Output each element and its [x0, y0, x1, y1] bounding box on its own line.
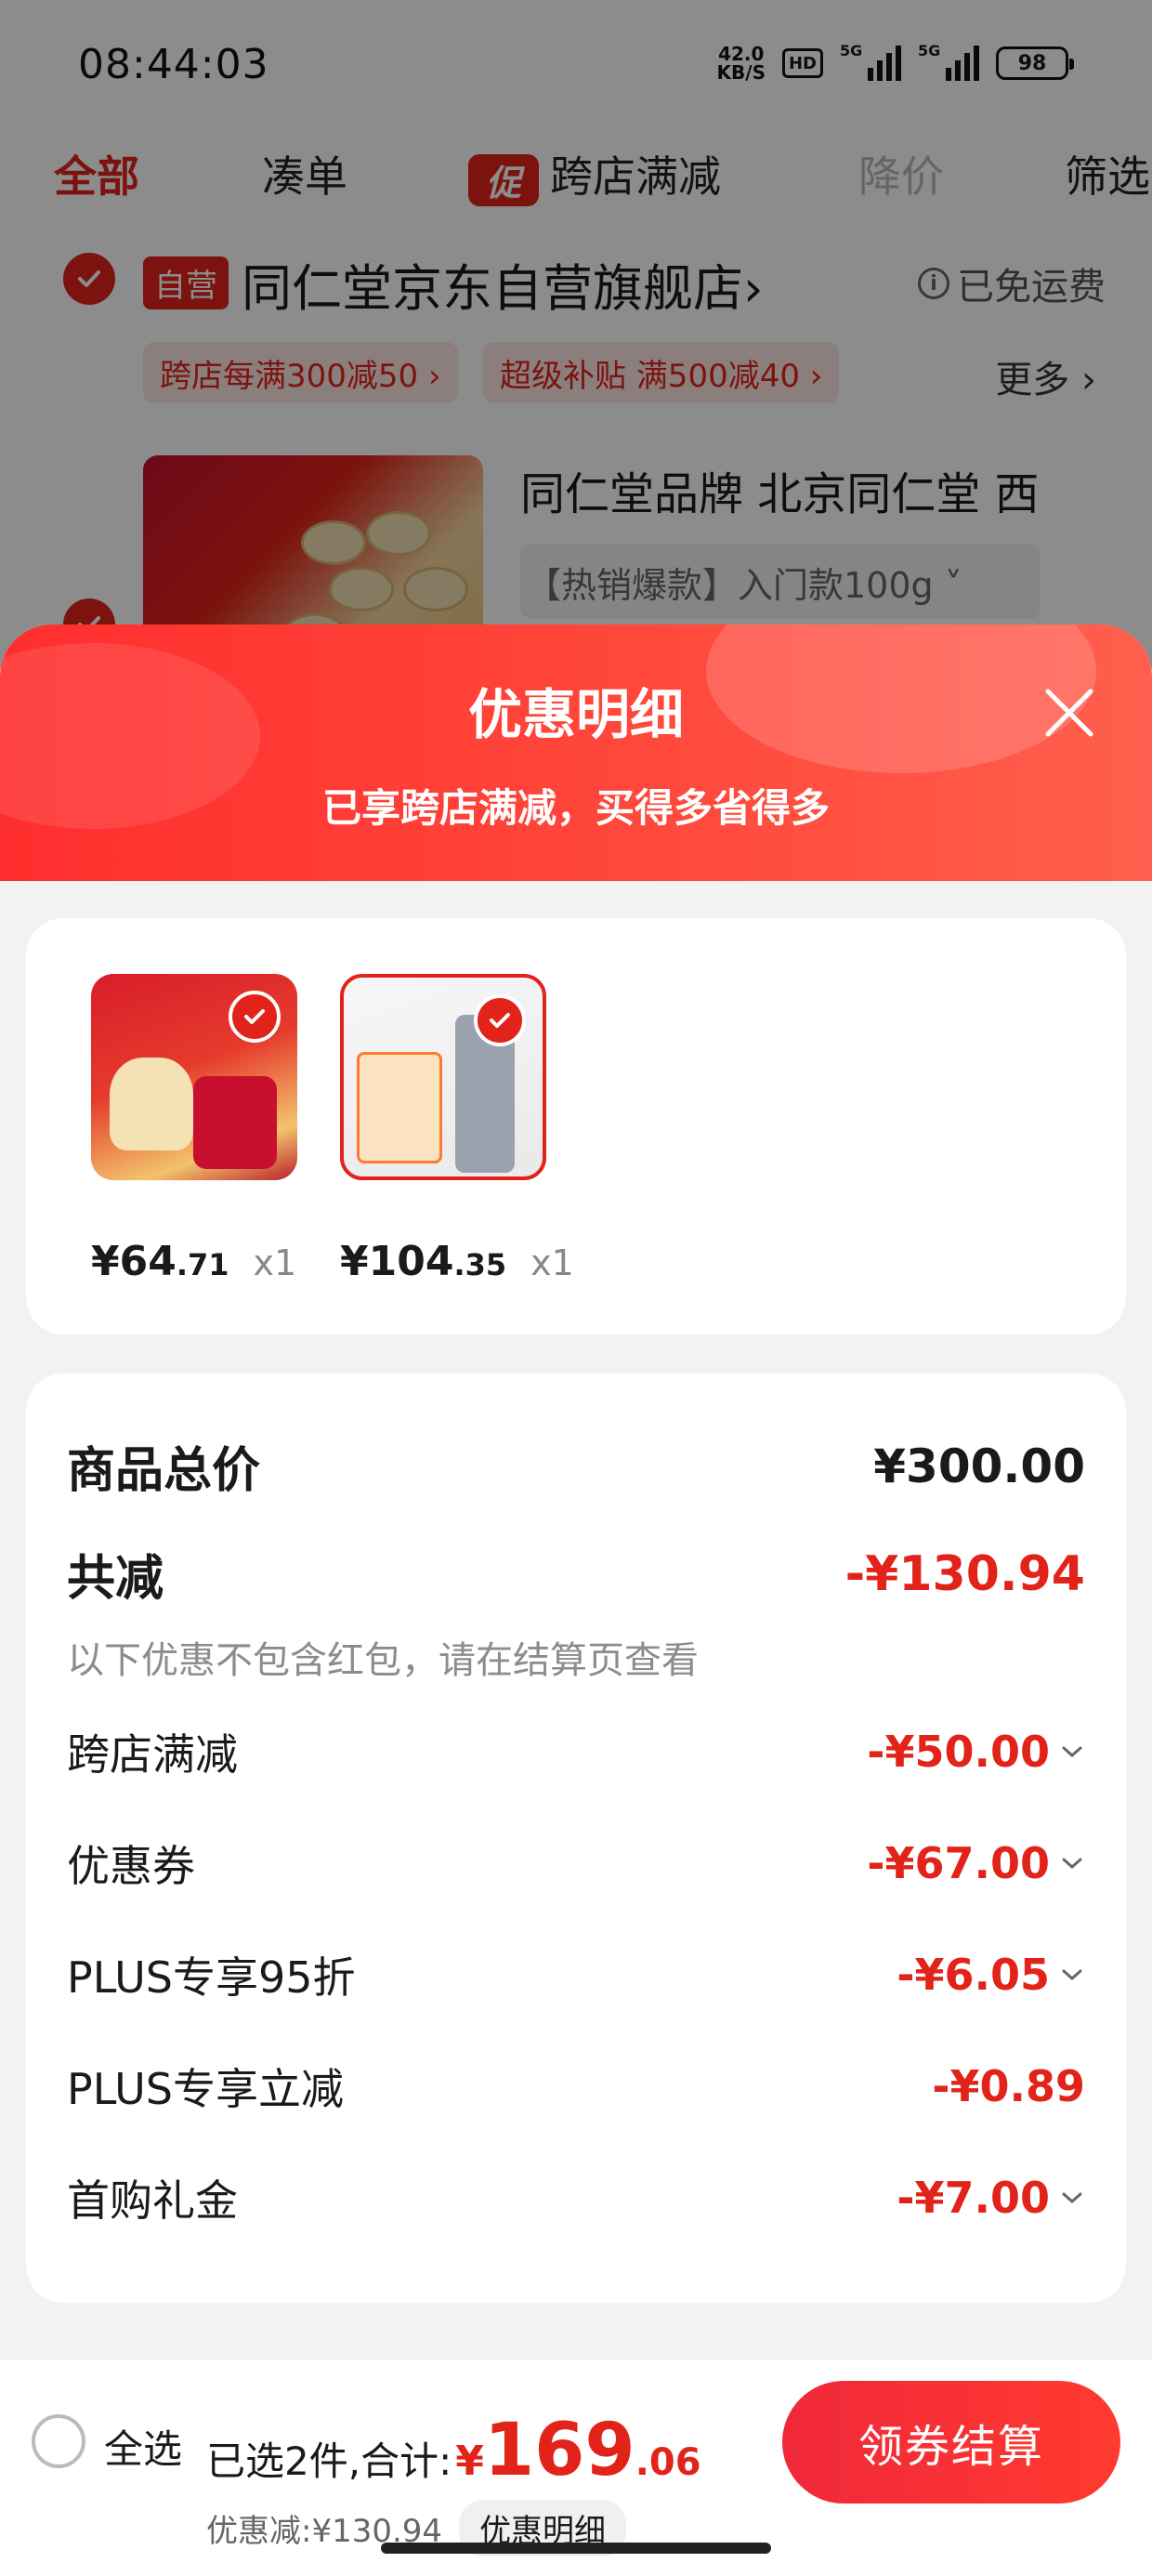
close-icon[interactable] [1037, 680, 1102, 745]
selection-summary: 已选2件,合计: ¥169.06 [206, 2409, 701, 2492]
item-price: ¥64.71 x1 [91, 1238, 296, 1285]
item-thumbnail [340, 974, 546, 1180]
select-all-label[interactable]: 全选 [104, 2418, 182, 2475]
discount-row-coupon[interactable]: 优惠券 -¥67.00 [67, 1833, 1085, 1894]
item-qty: x1 [253, 1242, 297, 1283]
discount-value: -¥7.00 [897, 2173, 1085, 2223]
item-qty: x1 [530, 1242, 574, 1283]
item-thumbnail [91, 974, 297, 1180]
total-price-label: 商品总价 [67, 1443, 261, 1499]
reduction-note: 以下优惠不包含红包，请在结算页查看 [67, 1639, 699, 1682]
discount-label: 首购礼金 [67, 2175, 238, 2226]
item-price-dec: .71 [176, 1247, 229, 1282]
discount-label: 跨店满减 [67, 1729, 238, 1780]
discount-amount: -¥0.89 [932, 2061, 1085, 2111]
item-price-int: ¥104 [340, 1238, 454, 1285]
checkout-button[interactable]: 领券结算 [782, 2381, 1120, 2504]
discount-value: -¥67.00 [867, 1838, 1085, 1888]
total-reduction-row: 共减 -¥130.94 [67, 1539, 1085, 1609]
discount-amount: -¥50.00 [867, 1727, 1050, 1777]
discount-amount: -¥7.00 [897, 2173, 1050, 2223]
chevron-down-icon [1062, 2192, 1082, 2204]
price-summary-card: 商品总价 ¥300.00 共减 -¥130.94 以下优惠不包含红包，请在结算页… [26, 1373, 1126, 2303]
item-price-dec: .35 [453, 1247, 507, 1282]
sheet-title: 优惠明细 [467, 683, 684, 746]
discount-value: -¥6.05 [897, 1950, 1085, 2000]
selected-item[interactable]: ¥104.35 x1 [340, 974, 574, 1285]
selected-check-icon [229, 991, 281, 1043]
sheet-subtitle: 已享跨店满减，买得多省得多 [321, 785, 830, 831]
chevron-down-icon [1062, 1858, 1082, 1870]
discount-detail-sheet: 优惠明细 已享跨店满减，买得多省得多 ¥64.71 x1 ¥104.35 x1 … [0, 624, 1152, 2576]
dim-overlay[interactable] [0, 0, 1152, 669]
discount-value: -¥0.89 [932, 2061, 1085, 2111]
selected-item[interactable]: ¥64.71 x1 [91, 974, 297, 1285]
total-reduction-value: -¥130.94 [844, 1545, 1085, 1602]
discount-row-plus-instant: PLUS专享立减 -¥0.89 [67, 2056, 1085, 2117]
selected-count-text: 已选2件,合计: [206, 2438, 452, 2484]
total-currency: ¥ [455, 2438, 484, 2485]
select-all-radio[interactable] [32, 2414, 85, 2468]
item-price: ¥104.35 x1 [340, 1238, 574, 1285]
discount-amount: -¥6.05 [897, 1950, 1050, 2000]
discount-row-plus-95[interactable]: PLUS专享95折 -¥6.05 [67, 1944, 1085, 2005]
chevron-down-icon [1062, 1746, 1082, 1758]
sheet-header: 优惠明细 已享跨店满减，买得多省得多 [0, 624, 1152, 881]
discount-label: PLUS专享95折 [67, 1952, 356, 2003]
total-dec: .06 [635, 2441, 701, 2484]
selected-check-icon [474, 994, 526, 1046]
discount-amount: -¥67.00 [867, 1838, 1050, 1888]
home-indicator[interactable] [381, 2543, 771, 2554]
total-int: 169 [483, 2409, 635, 2492]
item-price-int: ¥64 [91, 1238, 177, 1285]
discount-label: 优惠券 [67, 1841, 195, 1891]
total-price-value: ¥300.00 [873, 1439, 1085, 1493]
discount-label: PLUS专享立减 [67, 2064, 344, 2114]
total-price-row: 商品总价 ¥300.00 [67, 1431, 1085, 1501]
discount-row-cross-store[interactable]: 跨店满减 -¥50.00 [67, 1721, 1085, 1782]
discount-row-first-purchase[interactable]: 首购礼金 -¥7.00 [67, 2167, 1085, 2228]
chevron-down-icon [1062, 1969, 1082, 1981]
order-total: ¥169.06 [455, 2409, 700, 2492]
total-reduction-label: 共减 [67, 1551, 164, 1607]
selected-items-card: ¥64.71 x1 ¥104.35 x1 [26, 918, 1126, 1334]
discount-value: -¥50.00 [867, 1727, 1085, 1777]
